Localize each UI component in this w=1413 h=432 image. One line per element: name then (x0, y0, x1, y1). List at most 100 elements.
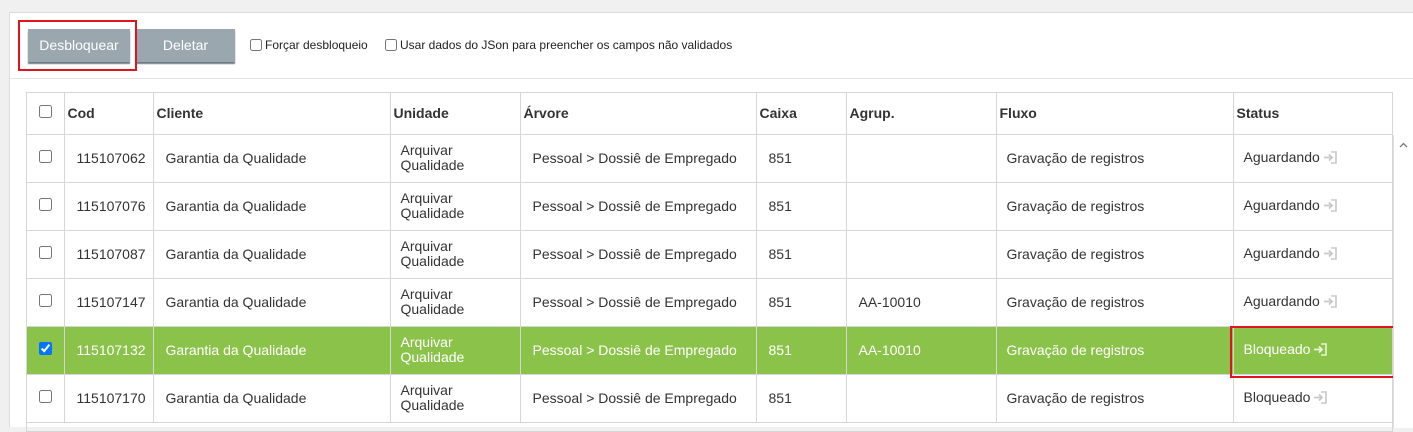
status-text: Aguardando (1243, 245, 1320, 261)
sign-in-icon[interactable] (1323, 199, 1338, 215)
row-select-cell (27, 278, 65, 327)
row-select-cell (27, 374, 65, 423)
col-arvore[interactable]: Árvore (520, 93, 757, 135)
cell-cliente: Garantia da Qualidade (153, 134, 391, 183)
cell-cliente: Garantia da Qualidade (153, 326, 391, 375)
cell-status: Aguardando (1233, 182, 1392, 231)
cell-agrup: AA-10010 (846, 278, 997, 327)
sign-in-icon[interactable] (1313, 343, 1328, 359)
table-row[interactable]: 115107132 Garantia da Qualidade Arquivar… (27, 326, 1392, 375)
cell-arvore: Pessoal > Dossiê de Empregado (520, 278, 757, 327)
status-text: Bloqueado (1243, 341, 1311, 357)
cell-arvore: Pessoal > Dossiê de Empregado (520, 230, 757, 279)
status-text: Bloqueado (1243, 389, 1311, 405)
row-checkbox[interactable] (38, 150, 52, 163)
select-all-checkbox[interactable] (38, 105, 52, 119)
cell-caixa: 851 (756, 278, 847, 327)
col-cod[interactable]: Cod (64, 93, 154, 135)
unidade-line-2: Qualidade (400, 253, 465, 269)
cell-status: Bloqueado (1233, 374, 1392, 423)
cell-status: Aguardando (1233, 230, 1392, 279)
cell-cod: 115107147 (64, 278, 154, 327)
col-fluxo[interactable]: Fluxo (996, 93, 1234, 135)
documents-table: Cod Cliente Unidade Árvore Caixa Agrup. … (27, 93, 1392, 423)
documents-grid: Cod Cliente Unidade Árvore Caixa Agrup. … (26, 92, 1393, 432)
sign-in-icon[interactable] (1323, 247, 1338, 263)
cell-cod: 115107132 (64, 326, 154, 375)
cell-unidade: Arquivar Qualidade (390, 374, 521, 423)
chevron-up-icon[interactable] (1394, 135, 1413, 154)
col-cliente[interactable]: Cliente (153, 93, 391, 135)
cell-caixa: 851 (756, 230, 847, 279)
unidade-line-1: Arquivar (400, 286, 453, 302)
col-caixa[interactable]: Caixa (756, 93, 847, 135)
unidade-line-2: Qualidade (400, 397, 465, 413)
delete-button[interactable]: Deletar (136, 29, 235, 62)
cell-arvore: Pessoal > Dossiê de Empregado (520, 374, 757, 423)
force-unlock-option[interactable]: Forçar desbloqueio (250, 38, 368, 52)
cell-cliente: Garantia da Qualidade (153, 230, 391, 279)
unidade-line-2: Qualidade (400, 301, 465, 317)
row-select-cell (27, 134, 65, 183)
cell-agrup (846, 230, 997, 279)
cell-arvore: Pessoal > Dossiê de Empregado (520, 134, 757, 183)
select-all-cell (27, 93, 65, 135)
table-row[interactable]: 115107147 Garantia da Qualidade Arquivar… (27, 278, 1392, 327)
unidade-line-1: Arquivar (400, 190, 453, 206)
cell-cliente: Garantia da Qualidade (153, 182, 391, 231)
status-text: Aguardando (1243, 293, 1320, 309)
cell-agrup (846, 182, 997, 231)
row-checkbox[interactable] (38, 198, 52, 211)
cell-fluxo: Gravação de registros (996, 230, 1234, 279)
table-row[interactable]: 115107087 Garantia da Qualidade Arquivar… (27, 230, 1392, 279)
cell-arvore: Pessoal > Dossiê de Empregado (520, 182, 757, 231)
status-text: Aguardando (1243, 149, 1320, 165)
cell-status: Aguardando (1233, 278, 1392, 327)
col-status[interactable]: Status (1233, 93, 1392, 135)
cell-cod: 115107062 (64, 134, 154, 183)
cell-agrup (846, 374, 997, 423)
use-json-label: Usar dados do JSon para preencher os cam… (400, 38, 733, 52)
unlock-panel: Desbloquear Deletar Forçar desbloqueio U… (9, 12, 1413, 432)
toolbar: Desbloquear Deletar Forçar desbloqueio U… (10, 13, 1413, 79)
status-text: Aguardando (1243, 197, 1320, 213)
row-checkbox[interactable] (38, 390, 52, 403)
use-json-option[interactable]: Usar dados do JSon para preencher os cam… (385, 38, 732, 52)
cell-agrup (846, 134, 997, 183)
row-checkbox[interactable] (38, 342, 52, 355)
row-select-cell (27, 230, 65, 279)
cell-unidade: Arquivar Qualidade (390, 230, 521, 279)
cell-cod: 115107170 (64, 374, 154, 423)
force-unlock-checkbox[interactable] (250, 39, 262, 51)
table-row[interactable]: 115107076 Garantia da Qualidade Arquivar… (27, 182, 1392, 231)
vertical-scrollbar[interactable] (1393, 135, 1413, 428)
row-select-cell (27, 326, 65, 375)
cell-fluxo: Gravação de registros (996, 182, 1234, 231)
table-row[interactable]: 115107170 Garantia da Qualidade Arquivar… (27, 374, 1392, 423)
row-checkbox[interactable] (38, 294, 52, 307)
sign-in-icon[interactable] (1323, 295, 1338, 311)
use-json-checkbox[interactable] (385, 39, 397, 51)
cell-fluxo: Gravação de registros (996, 278, 1234, 327)
cell-agrup: AA-10010 (846, 326, 997, 375)
cell-fluxo: Gravação de registros (996, 374, 1234, 423)
cell-unidade: Arquivar Qualidade (390, 182, 521, 231)
unlock-button[interactable]: Desbloquear (28, 29, 130, 62)
unidade-line-1: Arquivar (400, 382, 453, 398)
table-row[interactable]: 115107062 Garantia da Qualidade Arquivar… (27, 134, 1392, 183)
row-checkbox[interactable] (38, 246, 52, 259)
col-unidade[interactable]: Unidade (390, 93, 521, 135)
sign-in-icon[interactable] (1313, 391, 1328, 407)
unidade-line-1: Arquivar (400, 142, 453, 158)
cell-unidade: Arquivar Qualidade (390, 134, 521, 183)
table-header-row: Cod Cliente Unidade Árvore Caixa Agrup. … (27, 93, 1392, 135)
cell-caixa: 851 (756, 182, 847, 231)
cell-status: Aguardando (1233, 134, 1392, 183)
sign-in-icon[interactable] (1323, 151, 1338, 167)
unidade-line-2: Qualidade (400, 349, 465, 365)
col-agrup[interactable]: Agrup. (846, 93, 997, 135)
unidade-line-1: Arquivar (400, 238, 453, 254)
cell-unidade: Arquivar Qualidade (390, 278, 521, 327)
cell-cod: 115107076 (64, 182, 154, 231)
cell-unidade: Arquivar Qualidade (390, 326, 521, 375)
